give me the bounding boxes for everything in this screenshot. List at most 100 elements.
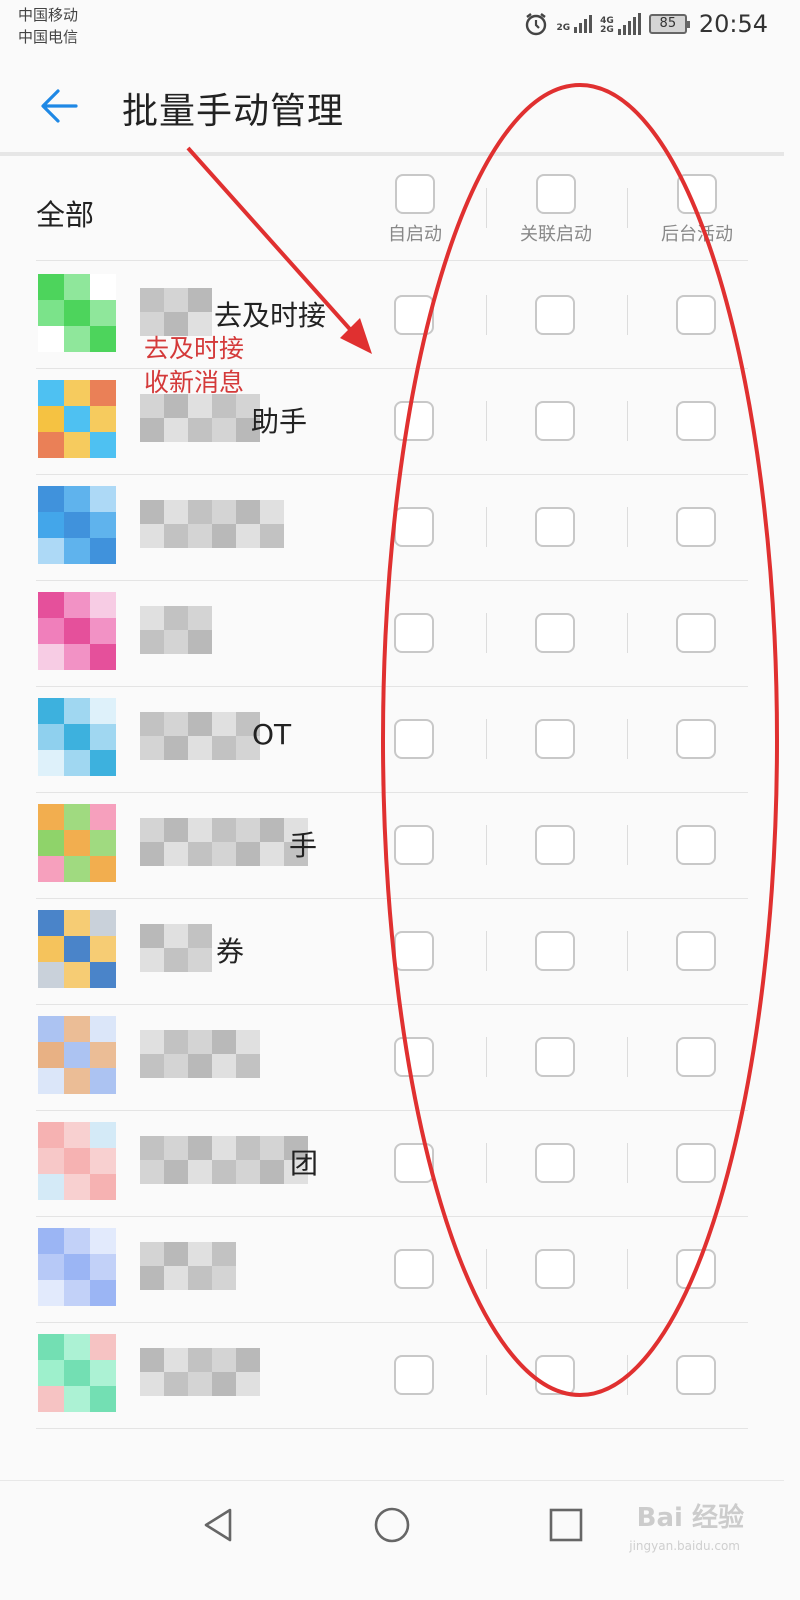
auto-start-checkbox[interactable]: [394, 1249, 434, 1289]
background-checkbox[interactable]: [676, 613, 716, 653]
annotation-text: 去及时接 收新消息: [144, 334, 245, 397]
column-divider: [627, 613, 628, 653]
row-divider: [36, 260, 748, 261]
linked-start-checkbox[interactable]: [535, 1355, 575, 1395]
background-checkbox[interactable]: [676, 1249, 716, 1289]
column-divider: [627, 825, 628, 865]
column-divider: [627, 507, 628, 547]
app-row: 去及时接: [0, 262, 784, 368]
background-checkbox[interactable]: [676, 507, 716, 547]
app-icon: [38, 592, 118, 672]
app-icon: [38, 1334, 118, 1414]
recent-square-icon[interactable]: [546, 1505, 586, 1545]
auto-start-checkbox[interactable]: [394, 613, 434, 653]
linked-start-checkbox[interactable]: [535, 613, 575, 653]
app-name: [140, 1236, 380, 1302]
background-checkbox[interactable]: [676, 825, 716, 865]
column-divider: [486, 1037, 487, 1077]
column-divider: [627, 295, 628, 335]
column-header-row: 全部 自启动 关联启动 后台活动: [0, 160, 784, 260]
linked-start-checkbox[interactable]: [535, 1249, 575, 1289]
background-checkbox[interactable]: [676, 931, 716, 971]
app-name: [140, 1342, 380, 1408]
row-divider: [36, 1428, 748, 1429]
app-name: [140, 1024, 380, 1090]
back-triangle-icon[interactable]: [198, 1505, 238, 1545]
column-divider: [627, 1249, 628, 1289]
auto-start-checkbox[interactable]: [394, 507, 434, 547]
auto-start-checkbox[interactable]: [394, 825, 434, 865]
app-name-text: 手: [289, 829, 318, 862]
app-name: [140, 494, 380, 560]
column-background: 后台活动: [637, 174, 757, 246]
auto-start-checkbox[interactable]: [394, 719, 434, 759]
app-icon: [38, 804, 118, 884]
column-divider: [627, 1143, 628, 1183]
app-name-text: 券: [216, 935, 245, 968]
linked-start-checkbox[interactable]: [535, 719, 575, 759]
app-name: 券: [140, 918, 380, 984]
column-divider: [486, 507, 487, 547]
column-divider: [627, 931, 628, 971]
linked-start-checkbox[interactable]: [535, 931, 575, 971]
background-checkbox[interactable]: [676, 1037, 716, 1077]
linked-start-checkbox[interactable]: [535, 507, 575, 547]
auto-start-checkbox[interactable]: [394, 1143, 434, 1183]
auto-start-checkbox[interactable]: [394, 1355, 434, 1395]
app-row: OT: [0, 686, 784, 792]
linked-start-checkbox[interactable]: [535, 295, 575, 335]
app-icon: [38, 698, 118, 778]
linked-start-checkbox[interactable]: [535, 825, 575, 865]
app-name-text: OT: [252, 718, 292, 751]
linked-start-checkbox[interactable]: [535, 401, 575, 441]
app-icon: [38, 910, 118, 990]
column-divider: [486, 613, 487, 653]
select-all-background-checkbox[interactable]: [677, 174, 717, 214]
column-divider: [486, 1249, 487, 1289]
app-name-text: 团: [290, 1147, 319, 1180]
app-row: 团: [0, 1110, 784, 1216]
app-header: 批量手动管理: [0, 54, 784, 154]
auto-start-checkbox[interactable]: [394, 931, 434, 971]
app-row: [0, 1322, 784, 1428]
column-auto-start: 自启动: [355, 174, 475, 246]
alarm-icon: [525, 13, 546, 36]
page-title: 批量手动管理: [122, 91, 345, 132]
select-all-linked-start-checkbox[interactable]: [536, 174, 576, 214]
background-checkbox[interactable]: [676, 1143, 716, 1183]
column-label: 关联启动: [520, 224, 592, 245]
column-divider: [486, 825, 487, 865]
signal-icon-2: 4G 2G: [600, 13, 641, 35]
column-label: 后台活动: [661, 224, 733, 245]
column-divider: [486, 401, 487, 441]
home-circle-icon[interactable]: [372, 1505, 412, 1545]
app-icon: [38, 1122, 118, 1202]
app-row: [0, 580, 784, 686]
carrier-info: 中国移动 中国电信: [18, 4, 78, 48]
column-divider: [486, 188, 487, 228]
column-divider: [627, 1355, 628, 1395]
signal-icon: 2G: [557, 15, 593, 33]
auto-start-checkbox[interactable]: [394, 295, 434, 335]
background-checkbox[interactable]: [676, 295, 716, 335]
app-row: 助手: [0, 368, 784, 474]
column-divider: [627, 188, 628, 228]
app-icon: [38, 486, 118, 566]
background-checkbox[interactable]: [676, 401, 716, 441]
select-all-auto-start-checkbox[interactable]: [395, 174, 435, 214]
column-divider: [486, 1355, 487, 1395]
background-checkbox[interactable]: [676, 1355, 716, 1395]
status-time: 20:54: [698, 10, 768, 38]
app-row: 券: [0, 898, 784, 1004]
background-checkbox[interactable]: [676, 719, 716, 759]
auto-start-checkbox[interactable]: [394, 401, 434, 441]
linked-start-checkbox[interactable]: [535, 1143, 575, 1183]
app-icon: [38, 380, 118, 460]
auto-start-checkbox[interactable]: [394, 1037, 434, 1077]
app-icon: [38, 1016, 118, 1096]
carrier-2: 中国电信: [18, 28, 79, 46]
arrow-left-icon[interactable]: [36, 82, 84, 130]
column-linked-start: 关联启动: [496, 174, 616, 246]
linked-start-checkbox[interactable]: [535, 1037, 575, 1077]
column-divider: [486, 719, 487, 759]
